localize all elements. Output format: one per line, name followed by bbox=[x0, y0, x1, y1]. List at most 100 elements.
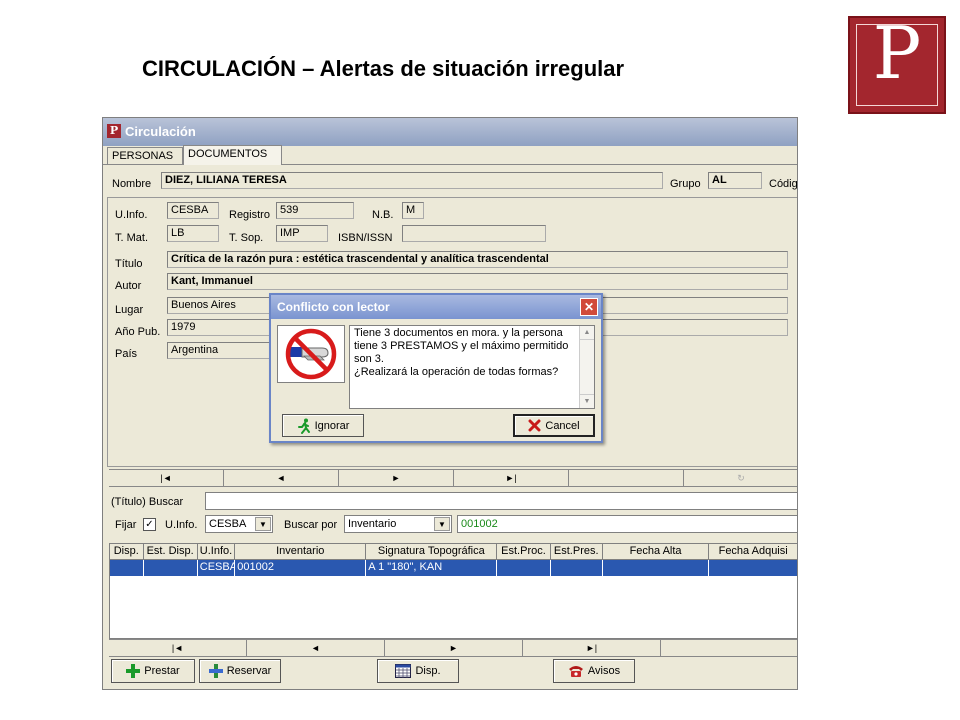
uinfo-select-value: CESBA bbox=[209, 518, 247, 530]
ignorar-label: Ignorar bbox=[314, 419, 350, 432]
search-uinfo-label: U.Info. bbox=[165, 519, 198, 531]
disp-button[interactable]: Disp. bbox=[377, 659, 459, 683]
reservar-button[interactable]: Reservar bbox=[199, 659, 281, 683]
codigo-search-input[interactable]: 001002 bbox=[457, 515, 797, 533]
grupo-label: Grupo bbox=[670, 178, 701, 190]
prev-record-button[interactable]: ◄ bbox=[224, 470, 339, 486]
grid-blank-button[interactable] bbox=[661, 640, 797, 656]
registro-label: Registro bbox=[229, 209, 270, 221]
col-disp[interactable]: Disp. bbox=[110, 544, 144, 559]
cell-uinfo: CESBA bbox=[198, 560, 236, 576]
window-titlebar: P Circulación bbox=[103, 118, 797, 146]
titulo-buscar-label: (Título) Buscar bbox=[111, 496, 184, 508]
prestar-label: Prestar bbox=[144, 665, 180, 677]
tsop-field[interactable]: IMP bbox=[276, 225, 328, 242]
inventory-grid: Disp. Est. Disp. U.Info. Inventario Sign… bbox=[109, 543, 797, 639]
nb-field[interactable]: M bbox=[402, 202, 424, 219]
tsop-label: T. Sop. bbox=[229, 232, 264, 244]
cell-est-pres bbox=[551, 560, 603, 576]
message-line: son 3. bbox=[354, 353, 384, 365]
cell-inventario: 001002 bbox=[235, 560, 367, 576]
message-line: Tiene 3 documentos en mora. y la persona bbox=[354, 327, 563, 339]
window-title: Circulación bbox=[125, 124, 196, 139]
nombre-field[interactable]: DIEZ, LILIANA TERESA bbox=[161, 172, 663, 189]
nav-blank-button[interactable] bbox=[569, 470, 684, 486]
isbn-label: ISBN/ISSN bbox=[338, 232, 393, 244]
next-record-button[interactable]: ► bbox=[339, 470, 454, 486]
col-fecha-alta[interactable]: Fecha Alta bbox=[603, 544, 710, 559]
chevron-down-icon[interactable]: ▼ bbox=[434, 517, 450, 531]
titulo-field[interactable]: Crítica de la razón pura : estética tras… bbox=[167, 251, 788, 268]
grid-next-button[interactable]: ► bbox=[385, 640, 523, 656]
cancel-label: Cancel bbox=[545, 419, 580, 432]
lugar-label: Lugar bbox=[115, 304, 144, 316]
autor-field[interactable]: Kant, Immanuel bbox=[167, 273, 788, 290]
scroll-up-icon[interactable]: ▲ bbox=[580, 326, 594, 340]
conflict-dialog: Conflicto con lector ✕ Tiene 3 documento… bbox=[269, 293, 603, 443]
col-signatura[interactable]: Signatura Topográfica bbox=[366, 544, 498, 559]
ignorar-button[interactable]: Ignorar bbox=[282, 414, 364, 437]
message-line: tiene 3 PRESTAMOS y el máximo permitido bbox=[354, 340, 569, 352]
refresh-icon[interactable]: ↻ bbox=[684, 470, 797, 486]
nombre-label: Nombre bbox=[112, 178, 152, 190]
dialog-message: Tiene 3 documentos en mora. y la persona… bbox=[349, 325, 595, 409]
slide-title: CIRCULACIÓN – Alertas de situación irreg… bbox=[142, 56, 625, 81]
reservar-label: Reservar bbox=[226, 665, 272, 677]
col-fecha-adq[interactable]: Fecha Adquisi bbox=[709, 544, 797, 559]
plus-icon bbox=[126, 664, 141, 678]
titulo-label: Título bbox=[115, 258, 143, 270]
nb-label: N.B. bbox=[372, 209, 394, 221]
calendar-icon bbox=[395, 664, 412, 678]
grid-navigator: |◄ ◄ ► ►| bbox=[109, 639, 797, 657]
uinfo-select[interactable]: CESBA ▼ bbox=[205, 515, 273, 533]
table-row[interactable]: CESBA 001002 A 1 "180", KAN bbox=[110, 560, 797, 576]
cell-disp bbox=[110, 560, 144, 576]
cell-signatura: A 1 "180", KAN bbox=[366, 560, 498, 576]
grupo-field[interactable]: AL bbox=[708, 172, 762, 189]
prestar-button[interactable]: Prestar bbox=[111, 659, 195, 683]
record-navigator: |◄ ◄ ► ►| ↻ bbox=[109, 469, 797, 487]
col-est-proc[interactable]: Est.Proc. bbox=[497, 544, 551, 559]
buscar-por-value: Inventario bbox=[348, 518, 397, 530]
col-inventario[interactable]: Inventario bbox=[235, 544, 367, 559]
col-est-pres[interactable]: Est.Pres. bbox=[551, 544, 603, 559]
message-line: ¿Realizará la operación de todas formas? bbox=[354, 366, 559, 378]
col-est-disp[interactable]: Est. Disp. bbox=[144, 544, 198, 559]
scroll-down-icon[interactable]: ▼ bbox=[580, 394, 594, 408]
last-record-button[interactable]: ►| bbox=[454, 470, 569, 486]
cell-fecha-alta bbox=[603, 560, 710, 576]
codigo-label: Códig bbox=[769, 178, 798, 190]
isbn-field[interactable] bbox=[402, 225, 546, 242]
app-icon: P bbox=[107, 124, 121, 138]
message-scrollbar[interactable]: ▲ ▼ bbox=[579, 326, 594, 408]
avisos-button[interactable]: Avisos bbox=[553, 659, 635, 683]
uinfo-label: U.Info. bbox=[115, 209, 148, 221]
titulo-search-input[interactable] bbox=[205, 492, 797, 510]
tab-documentos[interactable]: DOCUMENTOS bbox=[183, 145, 282, 165]
buscar-por-label: Buscar por bbox=[284, 519, 338, 531]
tab-personas[interactable]: PERSONAS bbox=[107, 147, 183, 165]
col-uinfo[interactable]: U.Info. bbox=[198, 544, 236, 559]
plus-icon bbox=[208, 664, 223, 678]
phone-icon bbox=[568, 666, 583, 677]
registro-field[interactable]: 539 bbox=[276, 202, 354, 219]
tmat-field[interactable]: LB bbox=[167, 225, 219, 242]
prohibited-icon bbox=[277, 325, 345, 383]
grid-first-button[interactable]: |◄ bbox=[109, 640, 247, 656]
running-man-icon bbox=[297, 418, 310, 434]
anio-label: Año Pub. bbox=[115, 326, 161, 338]
fijar-checkbox[interactable]: ✓ bbox=[143, 518, 156, 531]
uinfo-field[interactable]: CESBA bbox=[167, 202, 219, 219]
buscar-por-select[interactable]: Inventario ▼ bbox=[344, 515, 452, 533]
cell-fecha-adq bbox=[709, 560, 797, 576]
autor-label: Autor bbox=[115, 280, 142, 292]
avisos-label: Avisos bbox=[587, 665, 621, 677]
close-icon[interactable]: ✕ bbox=[580, 298, 598, 316]
grid-last-button[interactable]: ►| bbox=[523, 640, 661, 656]
grid-prev-button[interactable]: ◄ bbox=[247, 640, 385, 656]
pais-field[interactable]: Argentina bbox=[167, 342, 277, 359]
cancel-button[interactable]: Cancel bbox=[513, 414, 595, 437]
first-record-button[interactable]: |◄ bbox=[109, 470, 224, 486]
chevron-down-icon[interactable]: ▼ bbox=[255, 517, 271, 531]
dialog-title: Conflicto con lector bbox=[271, 295, 601, 319]
